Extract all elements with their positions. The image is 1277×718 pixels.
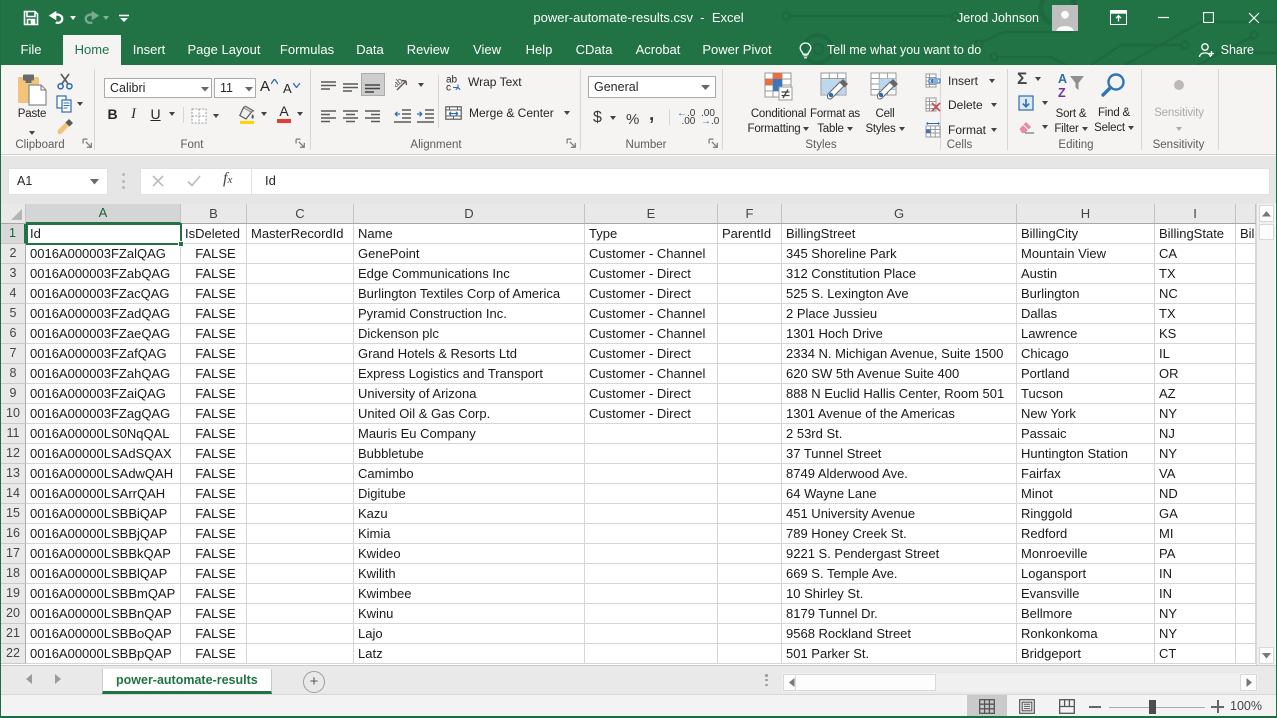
svg-text:c: c — [446, 82, 451, 91]
svg-text:Z: Z — [1058, 86, 1066, 99]
svg-text:A: A — [1058, 72, 1067, 86]
